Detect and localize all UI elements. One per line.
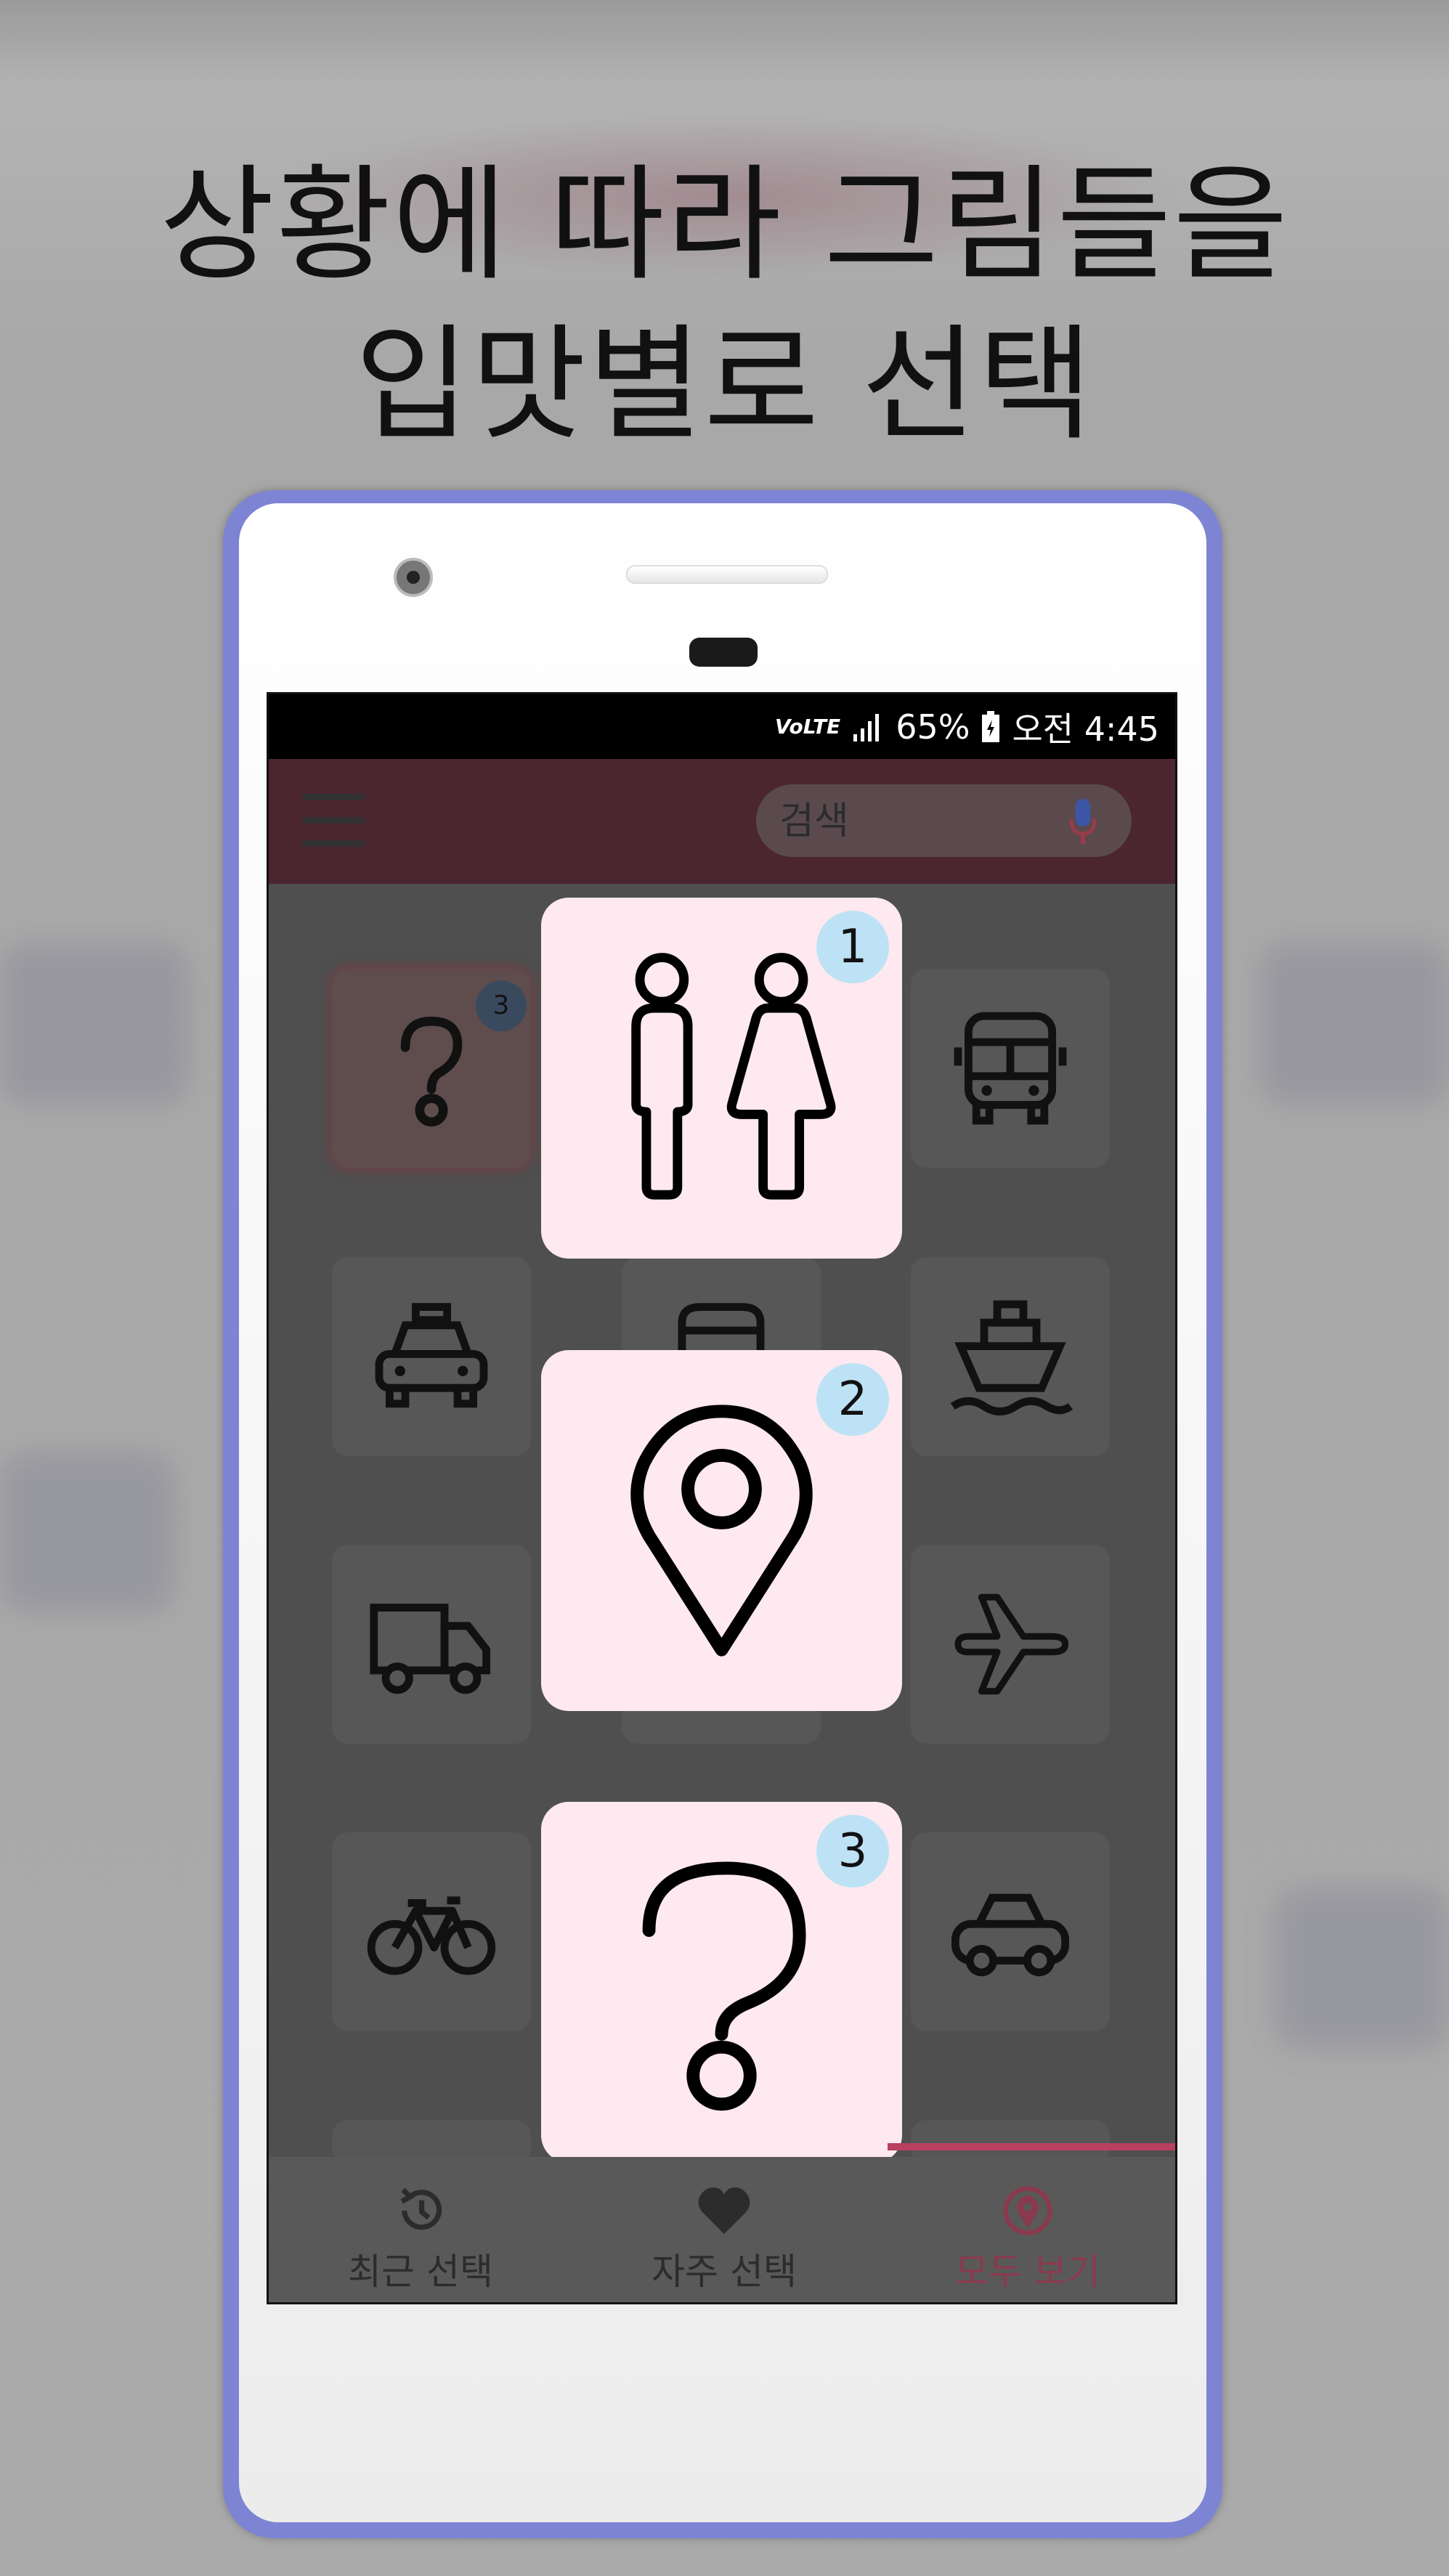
background-blur-shape	[1260, 944, 1449, 1104]
active-tab-indicator	[888, 2143, 1175, 2150]
question-icon	[400, 1016, 463, 1127]
nav-all-label: 모두 보기	[955, 2251, 1100, 2293]
rank-badge: 3	[816, 1815, 889, 1888]
status-indicators: VoLTE 65% 오전 4:45	[775, 694, 1159, 759]
bicycle-icon	[367, 1896, 496, 1975]
grid-count-badge: 3	[476, 980, 527, 1031]
phone-screen: VoLTE 65% 오전 4:45 검색 3 1 2 3 최근 선택 자주 선택…	[267, 692, 1177, 2304]
grid-cell-taxi[interactable]	[332, 1257, 531, 1456]
grid-cell-bus[interactable]	[911, 969, 1110, 1168]
grid-cell-truck[interactable]	[332, 1545, 531, 1744]
microphone-icon[interactable]	[1068, 797, 1097, 845]
grid-cell-airplane[interactable]	[911, 1545, 1110, 1744]
nav-all[interactable]: 모두 보기	[876, 2157, 1175, 2302]
nav-frequent[interactable]: 자주 선택	[572, 2157, 876, 2302]
earpiece-speaker	[626, 565, 828, 584]
nav-recent[interactable]: 최근 선택	[269, 2157, 572, 2302]
nav-recent-label: 최근 선택	[348, 2251, 493, 2293]
background-blur-shape	[0, 1452, 174, 1612]
bus-icon	[954, 1012, 1067, 1125]
proximity-sensor	[689, 638, 758, 667]
rank-badge: 1	[816, 911, 889, 983]
location-pin-icon	[630, 1405, 813, 1657]
grid-cell-question[interactable]: 3	[332, 969, 531, 1168]
hamburger-menu-icon[interactable]	[302, 794, 365, 848]
popup-card-location[interactable]: 2	[541, 1350, 902, 1711]
popup-card-restroom[interactable]: 1	[541, 898, 902, 1259]
grid-cell-bicycle[interactable]	[332, 1832, 531, 2031]
battery-percent: 65%	[896, 707, 970, 747]
search-input[interactable]	[778, 799, 1057, 844]
front-camera	[394, 558, 433, 597]
truck-icon	[370, 1604, 490, 1694]
search-bar	[756, 784, 1132, 857]
ship-icon	[950, 1300, 1073, 1415]
bottom-navigation: 최근 선택 자주 선택 모두 보기	[269, 2157, 1175, 2302]
airplane-icon	[954, 1593, 1069, 1695]
rank-badge: 2	[816, 1363, 889, 1436]
taxi-icon	[375, 1303, 488, 1408]
grid-cell-car[interactable]	[911, 1832, 1110, 2031]
history-icon	[400, 2187, 442, 2230]
popup-card-question[interactable]: 3	[541, 1802, 902, 2163]
heart-icon	[698, 2187, 750, 2234]
nav-frequent-label: 자주 선택	[652, 2251, 797, 2293]
clock: 오전 4:45	[1012, 709, 1159, 749]
headline-line-2: 입맛별로 선택	[354, 312, 1095, 458]
background-blur-shape	[0, 944, 189, 1104]
volte-indicator: VoLTE	[774, 715, 841, 739]
car-icon	[951, 1893, 1069, 1977]
battery-icon	[982, 710, 1000, 742]
location-pin-icon	[1003, 2186, 1052, 2235]
grid-cell-ship[interactable]	[911, 1257, 1110, 1456]
app-toolbar	[269, 759, 1175, 884]
signal-icon	[853, 713, 880, 741]
restroom-icon	[631, 953, 836, 1200]
background-blur-shape	[1275, 1888, 1449, 2048]
status-bar: VoLTE 65% 오전 4:45	[269, 694, 1175, 759]
headline-line-1: 상황에 따라 그림들을	[159, 152, 1290, 298]
question-icon	[642, 1861, 806, 2111]
